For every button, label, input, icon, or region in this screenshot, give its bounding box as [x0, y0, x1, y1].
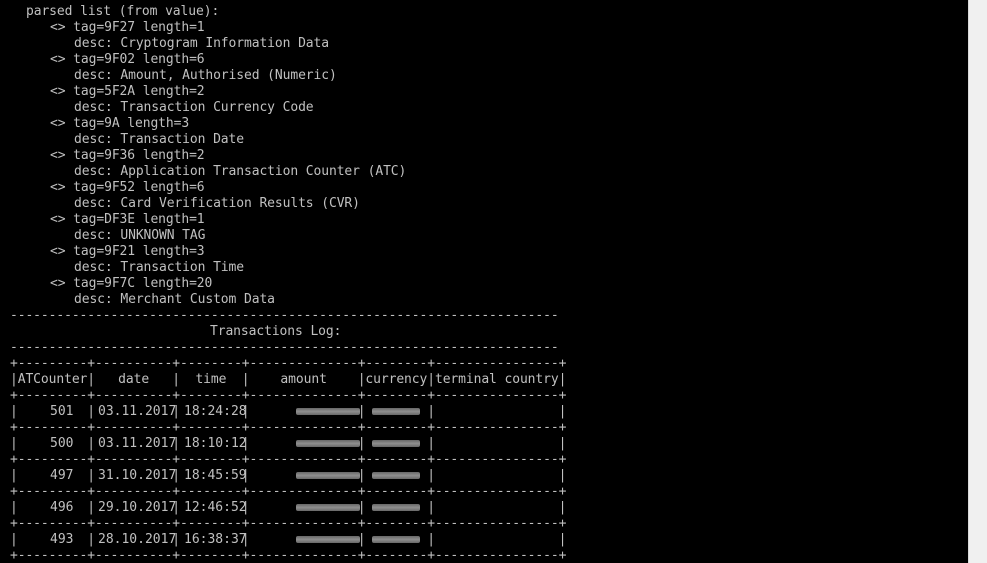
date-cell: 29.10.2017 [98, 500, 177, 515]
time-cell: 12:46:52 [184, 500, 247, 515]
tag-line: <> tag=DF3E length=1 [50, 212, 205, 227]
amount-redacted [296, 468, 360, 484]
table-border: +---------+----------+--------+---------… [10, 484, 567, 499]
currency-redacted [372, 404, 420, 420]
tag-line: <> tag=9A length=3 [50, 116, 190, 131]
parsed-list-header: parsed list (from value): [26, 4, 220, 19]
table-border: +---------+----------+--------+---------… [10, 420, 567, 435]
atc-cell: 500 [50, 436, 74, 451]
atc-cell: 501 [50, 404, 74, 419]
table-row: | | | | | | | [10, 404, 567, 419]
table-header-row: |ATCounter| date | time | amount |curren… [10, 372, 567, 387]
time-cell: 18:24:28 [184, 404, 247, 419]
date-cell: 28.10.2017 [98, 532, 177, 547]
amount-redacted [296, 404, 360, 420]
time-cell: 16:38:37 [184, 532, 247, 547]
desc-line: desc: Amount, Authorised (Numeric) [74, 68, 337, 83]
atc-cell: 497 [50, 468, 74, 483]
tag-line: <> tag=9F21 length=3 [50, 244, 205, 259]
date-cell: 03.11.2017 [98, 436, 177, 451]
currency-redacted [372, 468, 420, 484]
currency-redacted [372, 532, 420, 548]
amount-redacted [296, 436, 360, 452]
table-border: +---------+----------+--------+---------… [10, 516, 567, 531]
separator-line: ----------------------------------------… [10, 308, 559, 323]
currency-redacted [372, 500, 420, 516]
separator-line: ----------------------------------------… [10, 340, 559, 355]
amount-redacted [296, 532, 360, 548]
time-cell: 18:45:59 [184, 468, 247, 483]
table-border: +---------+----------+--------+---------… [10, 388, 567, 403]
tag-line: <> tag=9F52 length=6 [50, 180, 205, 195]
console-window[interactable]: parsed list (from value): <> tag=9F27 le… [0, 0, 968, 563]
tag-line: <> tag=9F36 length=2 [50, 148, 205, 163]
time-cell: 18:10:12 [184, 436, 247, 451]
transactions-log-title: Transactions Log: [210, 324, 342, 339]
table-row: | | | | | | | [10, 500, 567, 515]
desc-line: desc: Transaction Date [74, 132, 244, 147]
desc-line: desc: UNKNOWN TAG [74, 228, 206, 243]
table-row: | | | | | | | [10, 436, 567, 451]
tag-line: <> tag=9F02 length=6 [50, 52, 205, 67]
date-cell: 03.11.2017 [98, 404, 177, 419]
desc-line: desc: Transaction Currency Code [74, 100, 314, 115]
vertical-scrollbar[interactable] [968, 0, 987, 563]
table-border: +---------+----------+--------+---------… [10, 548, 567, 563]
table-border: +---------+----------+--------+---------… [10, 356, 567, 371]
tag-line: <> tag=5F2A length=2 [50, 84, 205, 99]
desc-line: desc: Application Transaction Counter (A… [74, 164, 407, 179]
atc-cell: 496 [50, 500, 74, 515]
tag-line: <> tag=9F27 length=1 [50, 20, 205, 35]
date-cell: 31.10.2017 [98, 468, 177, 483]
desc-line: desc: Card Verification Results (CVR) [74, 196, 360, 211]
table-row: | | | | | | | [10, 468, 567, 483]
atc-cell: 493 [50, 532, 74, 547]
table-row: | | | | | | | [10, 532, 567, 547]
desc-line: desc: Transaction Time [74, 260, 244, 275]
tag-line: <> tag=9F7C length=20 [50, 276, 213, 291]
table-border: +---------+----------+--------+---------… [10, 452, 567, 467]
amount-redacted [296, 500, 360, 516]
desc-line: desc: Cryptogram Information Data [74, 36, 329, 51]
currency-redacted [372, 436, 420, 452]
desc-line: desc: Merchant Custom Data [74, 292, 275, 307]
